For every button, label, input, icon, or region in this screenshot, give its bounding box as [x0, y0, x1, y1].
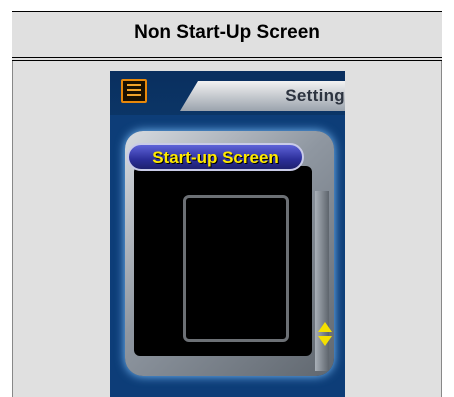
table-left-border — [12, 61, 13, 397]
header-divider-rule — [12, 57, 442, 58]
tab-setting[interactable]: Setting — [180, 81, 345, 111]
arrow-down-icon — [318, 336, 332, 346]
tab-setting-label: Setting — [285, 86, 345, 105]
header-divider-rule-2 — [12, 60, 442, 61]
table-top-rule — [12, 11, 442, 12]
table-right-border — [441, 61, 442, 397]
startup-image-preview — [183, 195, 289, 342]
device-top-bar: Setting — [110, 71, 345, 115]
menu-list-icon — [121, 79, 147, 103]
startup-screen-label: Start-up Screen — [152, 148, 279, 167]
arrow-up-icon — [318, 322, 332, 332]
table-header-title: Non Start-Up Screen — [134, 22, 320, 43]
device-screen: Setting Start-up Screen — [110, 71, 345, 397]
startup-screen-menu-item[interactable]: Start-up Screen — [127, 143, 304, 171]
up-down-arrows-icon[interactable] — [318, 322, 334, 352]
